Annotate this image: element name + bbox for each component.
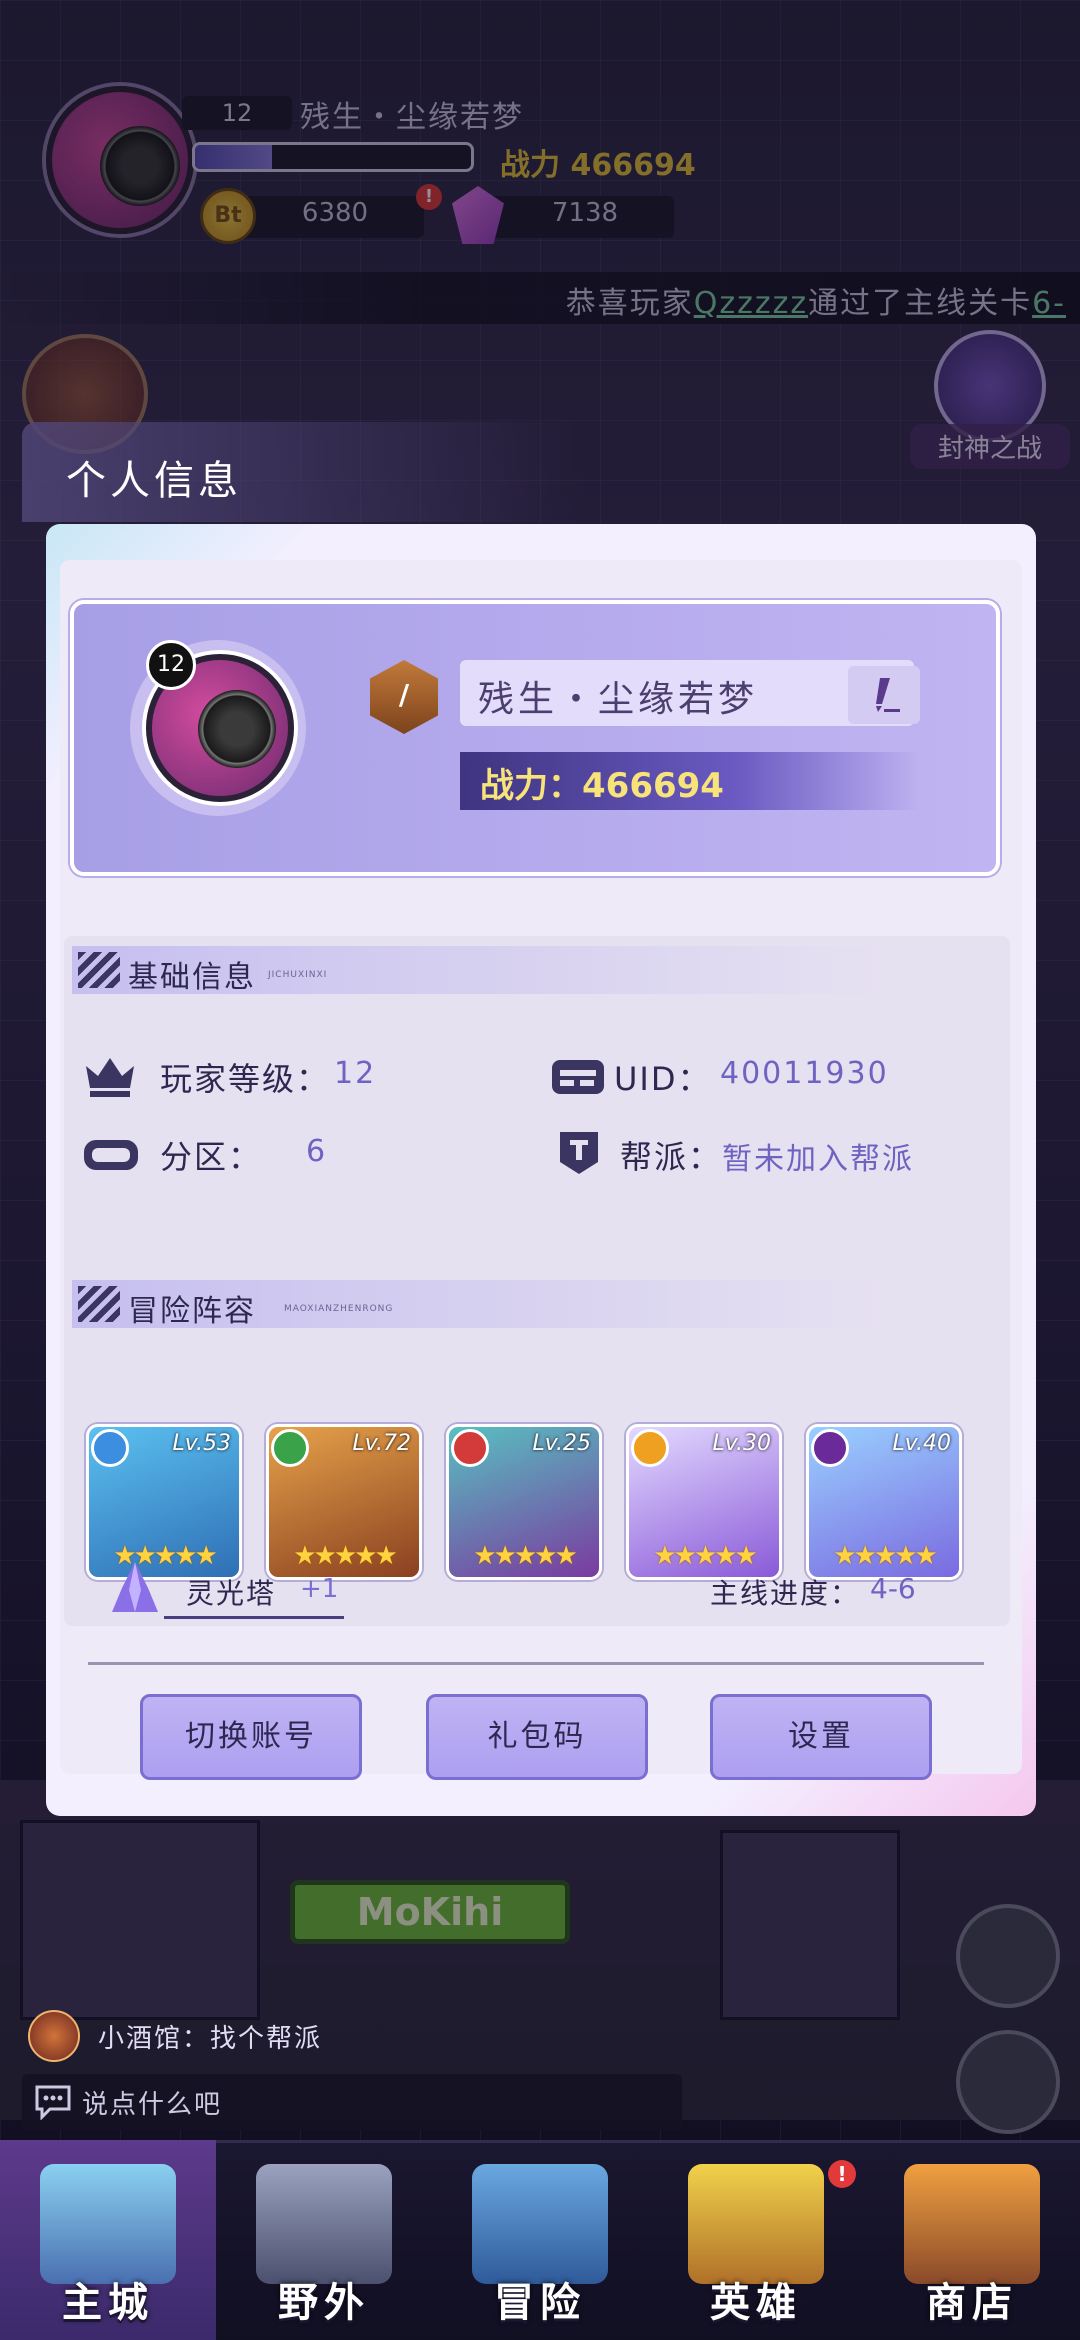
id-card-icon <box>552 1060 604 1094</box>
player-level-label: 玩家等级： <box>160 1060 331 1098</box>
nav-label: 冒险 <box>494 2280 586 2326</box>
server-icon <box>84 1140 138 1170</box>
guild-banner-icon <box>560 1132 598 1174</box>
pencil-icon <box>876 678 900 712</box>
profile-name: 残生・尘缘若梦 <box>478 679 759 720</box>
ranking-button[interactable] <box>956 2030 1060 2134</box>
hero-level: Lv.30 <box>712 1431 771 1456</box>
hero-stars: ★★★★★ <box>653 1541 758 1571</box>
chat-input[interactable]: 说点什么吧 <box>22 2074 682 2130</box>
divider <box>88 1662 984 1665</box>
hero-stars: ★★★★★ <box>833 1541 938 1571</box>
adventure-icon <box>472 2164 608 2284</box>
hero-card[interactable]: Lv.30 ★★★★★ <box>626 1424 782 1580</box>
light-element-icon <box>631 1429 669 1467</box>
rank-badge-icon: / <box>370 660 438 734</box>
settings-button[interactable]: 设置 <box>710 1694 932 1780</box>
crown-icon <box>86 1058 134 1097</box>
profile-dialog: 12 / 残生・尘缘若梦 战力：466694 基础信息 JICHUXINXI 玩… <box>46 524 1036 1816</box>
fire-element-icon <box>451 1429 489 1467</box>
hero-level: Lv.25 <box>532 1431 591 1456</box>
hero-stars: ★★★★★ <box>293 1541 398 1571</box>
guild-value: 暂未加入帮派 <box>722 1142 914 1177</box>
uid-label: UID： <box>614 1060 712 1098</box>
basic-info-subtitle: JICHUXINXI <box>268 970 328 980</box>
guild-label: 帮派： <box>620 1138 723 1176</box>
story-progress-label: 主线进度： <box>710 1577 861 1610</box>
wild-icon <box>256 2164 392 2284</box>
basic-info-header: 基础信息 JICHUXINXI <box>72 946 932 995</box>
heroes-alert-badge: ! <box>828 2160 856 2188</box>
nav-label: 英雄 <box>710 2280 802 2326</box>
lineup-subtitle: MAOXIANZHENRONG <box>284 1304 394 1314</box>
nav-wild[interactable]: 野外 <box>216 2140 432 2340</box>
water-element-icon <box>91 1429 129 1467</box>
main-city-icon <box>40 2164 176 2284</box>
nature-element-icon <box>271 1429 309 1467</box>
uid-value: 40011930 <box>720 1056 889 1091</box>
dialog-body: 12 / 残生・尘缘若梦 战力：466694 基础信息 JICHUXINXI 玩… <box>60 560 1022 1780</box>
nav-shop[interactable]: 商店 <box>864 2140 1080 2340</box>
basic-info-title: 基础信息 <box>128 960 256 995</box>
shop-icon <box>904 2164 1040 2284</box>
profile-power: 战力：466694 <box>480 766 724 806</box>
stripes-icon <box>78 1286 120 1322</box>
chat-last-message[interactable]: 小酒馆：找个帮派 <box>98 2018 322 2055</box>
hero-stars: ★★★★★ <box>473 1541 578 1571</box>
edit-name-button[interactable] <box>848 666 920 724</box>
heroes-icon <box>688 2164 824 2284</box>
lineup-header: 冒险阵容 MAOXIANZHENRONG <box>72 1280 932 1329</box>
nav-label: 主城 <box>62 2280 154 2326</box>
avatar-level-badge: 12 <box>146 640 196 690</box>
chat-avatar <box>28 2010 80 2062</box>
void-element-icon <box>811 1429 849 1467</box>
hero-card[interactable]: Lv.40 ★★★★★ <box>806 1424 962 1580</box>
hero-level: Lv.40 <box>892 1431 951 1456</box>
lineup-title: 冒险阵容 <box>128 1294 256 1329</box>
nav-adventure[interactable]: 冒险 <box>432 2140 648 2340</box>
hero-card[interactable]: Lv.25 ★★★★★ <box>446 1424 602 1580</box>
hero-level: Lv.53 <box>172 1431 231 1456</box>
stripes-icon <box>78 952 120 988</box>
tower-bonus: +1 <box>300 1574 339 1604</box>
story-progress-value: 4-6 <box>870 1572 916 1605</box>
player-level-value: 12 <box>334 1056 377 1091</box>
crystal-tower-icon <box>112 1562 158 1612</box>
hero-card[interactable]: Lv.53 ★★★★★ <box>86 1424 242 1580</box>
chat-bubble-icon <box>35 2085 71 2120</box>
server-label: 分区： <box>160 1138 263 1176</box>
hero-level: Lv.72 <box>352 1431 411 1456</box>
switch-account-button[interactable]: 切换账号 <box>140 1694 362 1780</box>
nav-label: 商店 <box>926 2280 1018 2326</box>
hero-card[interactable]: Lv.72 ★★★★★ <box>266 1424 422 1580</box>
nav-main-city[interactable]: 主城 <box>0 2140 216 2340</box>
nav-label: 野外 <box>278 2280 370 2326</box>
side-menu-button[interactable] <box>956 1904 1060 2008</box>
profile-card: 12 / 残生・尘缘若梦 战力：466694 <box>70 600 1000 876</box>
server-value: 6 <box>306 1134 328 1169</box>
page-title: 个人信息 <box>66 458 242 504</box>
gift-code-button[interactable]: 礼包码 <box>426 1694 648 1780</box>
tower-label: 灵光塔 <box>186 1577 277 1610</box>
chat-placeholder: 说点什么吧 <box>82 2090 223 2120</box>
tower-underline <box>164 1616 344 1619</box>
